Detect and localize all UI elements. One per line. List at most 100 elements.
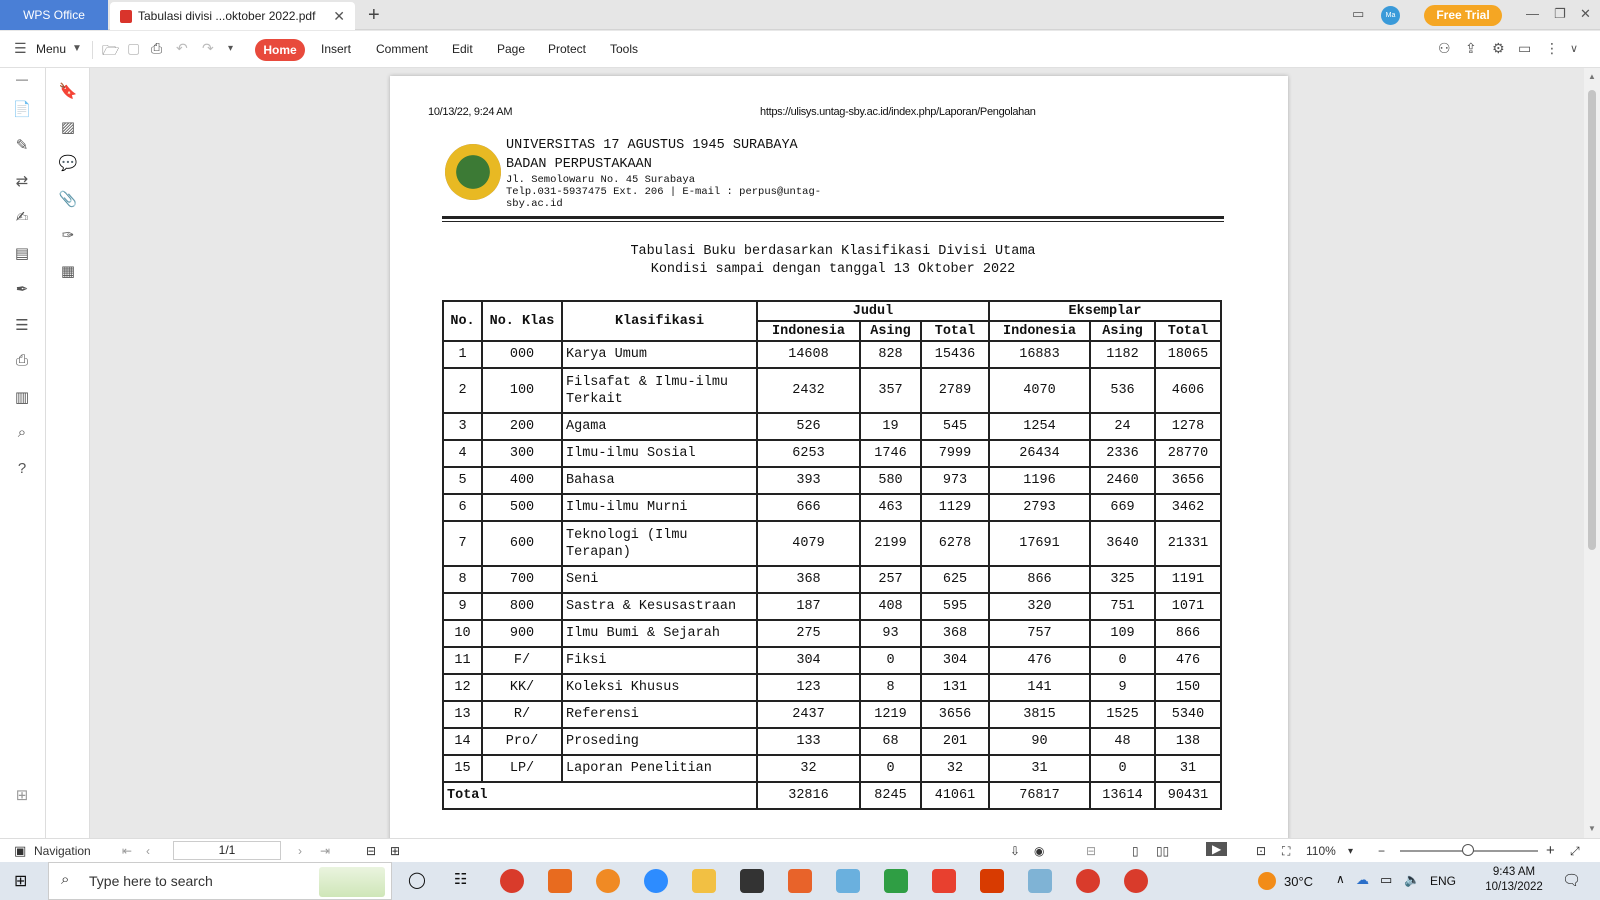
layout-icon[interactable]: ▭ xyxy=(1352,6,1364,22)
convert-icon[interactable]: ⇄ xyxy=(12,172,32,190)
pdf-to-word-icon[interactable]: 📄 xyxy=(12,100,32,118)
thumbnail-icon[interactable]: ▨ xyxy=(58,118,78,136)
back-icon[interactable]: ⊟ xyxy=(366,844,376,858)
menu-button[interactable]: Menu xyxy=(36,42,66,56)
scroll-up-icon[interactable]: ▲ xyxy=(1588,72,1596,81)
fit-width-icon[interactable]: ⊟ xyxy=(1086,844,1096,858)
windows-start-icon[interactable]: ⊞ xyxy=(14,871,27,891)
app-tab-wps-office[interactable]: WPS Office xyxy=(0,0,108,30)
open-folder-icon[interactable]: 🗁 xyxy=(102,40,119,64)
document-viewer[interactable]: 10/13/22, 9:24 AM https://ulisys.untag-s… xyxy=(90,68,1584,838)
chrome-profile-icon[interactable] xyxy=(1076,869,1100,893)
form-fields-icon[interactable]: ▦ xyxy=(58,262,78,280)
fullscreen-icon[interactable]: ⤢ xyxy=(1570,844,1580,859)
navigation-panel-icon[interactable]: ▣ xyxy=(14,843,26,859)
search-zoom-icon[interactable]: ⌕ xyxy=(12,424,32,441)
forward-icon[interactable]: ⊞ xyxy=(390,844,400,858)
tab-protect[interactable]: Protect xyxy=(548,42,586,56)
language-indicator[interactable]: ENG xyxy=(1430,874,1456,888)
notifications-icon[interactable]: 🗨 xyxy=(1562,871,1581,889)
help-icon[interactable]: ? xyxy=(12,460,32,477)
edit-pdf-icon[interactable]: ✎ xyxy=(12,136,32,154)
close-window-icon[interactable]: ✕ xyxy=(1580,6,1591,22)
zoom-slider-handle[interactable] xyxy=(1462,844,1474,856)
network-icon[interactable]: ▭ xyxy=(1380,872,1392,888)
attachment-icon[interactable]: 📎 xyxy=(58,190,78,208)
notepad-icon[interactable] xyxy=(1028,869,1052,893)
play-slideshow-icon[interactable]: ▶ xyxy=(1206,842,1228,856)
new-tab-button[interactable]: + xyxy=(368,2,380,28)
page-number-input[interactable]: 1/1 xyxy=(173,841,281,860)
volume-icon[interactable]: 🔈 xyxy=(1404,872,1420,888)
tab-page[interactable]: Page xyxy=(497,42,525,56)
annotate-icon[interactable]: ✍ xyxy=(12,208,32,226)
more-options-icon[interactable]: ⋮ xyxy=(1545,40,1559,57)
tab-home[interactable]: Home xyxy=(255,39,305,61)
first-page-icon[interactable]: ⇤ xyxy=(122,844,132,858)
print-icon[interactable]: ⎙ xyxy=(151,40,162,57)
comments-panel-icon[interactable]: 💬 xyxy=(58,154,78,172)
comment-icon[interactable]: ▭ xyxy=(1518,40,1531,57)
fit-page-icon[interactable]: ⛶ xyxy=(1282,844,1290,859)
undo-icon[interactable]: ↶ xyxy=(176,40,188,57)
signature-panel-icon[interactable]: ✑ xyxy=(58,226,78,244)
single-page-icon[interactable]: ▯ xyxy=(1132,844,1139,858)
chrome-profile-2-icon[interactable] xyxy=(1124,869,1148,893)
restore-icon[interactable]: ❐ xyxy=(1554,6,1566,22)
sign-icon[interactable]: ✒ xyxy=(12,280,32,298)
ocr-icon[interactable]: ▤ xyxy=(12,244,32,262)
grid-apps-icon[interactable]: ⊞ xyxy=(12,786,32,804)
scroll-down-icon[interactable]: ▼ xyxy=(1588,824,1596,833)
system-clock[interactable]: 9:43 AM 10/13/2022 xyxy=(1480,865,1548,895)
zoom-in-icon[interactable]: + xyxy=(1546,842,1555,859)
print-icon[interactable]: ⎙ xyxy=(12,352,32,369)
file-explorer-icon[interactable] xyxy=(692,869,716,893)
eye-protection-icon[interactable]: ◉ xyxy=(1034,844,1044,858)
chrome-icon[interactable] xyxy=(500,869,524,893)
next-page-icon[interactable]: › xyxy=(298,844,302,858)
avatar[interactable]: Ma xyxy=(1381,6,1400,25)
task-view-icon[interactable]: ◯ xyxy=(408,870,426,890)
compare-icon[interactable]: ☰ xyxy=(12,316,32,334)
zoom-dropdown-icon[interactable]: ▾ xyxy=(1348,846,1353,857)
redo-icon[interactable]: ↷ xyxy=(202,40,214,57)
close-tab-icon[interactable]: ✕ xyxy=(333,2,345,30)
green-app-icon[interactable] xyxy=(884,869,908,893)
free-trial-button[interactable]: Free Trial xyxy=(1424,5,1502,26)
export-icon[interactable]: ⇩ xyxy=(1010,844,1020,858)
ppt-icon[interactable] xyxy=(788,869,812,893)
sticky-notes-icon[interactable] xyxy=(740,869,764,893)
paint-icon[interactable] xyxy=(836,869,860,893)
minimize-icon[interactable]: — xyxy=(1526,6,1539,21)
bookmark-icon[interactable]: 🔖 xyxy=(58,82,78,100)
navigation-button[interactable]: Navigation xyxy=(34,844,91,858)
document-tab[interactable]: Tabulasi divisi ...oktober 2022.pdf ✕ xyxy=(110,2,355,30)
vertical-scrollbar[interactable]: ▲ ▼ xyxy=(1584,68,1600,838)
zoom-app-icon[interactable] xyxy=(644,869,668,893)
onedrive-icon[interactable]: ☁ xyxy=(1356,872,1369,888)
tab-comment[interactable]: Comment xyxy=(376,42,428,56)
quick-access-dropdown-icon[interactable]: ▾ xyxy=(228,43,233,54)
office-icon[interactable] xyxy=(980,869,1004,893)
previous-page-icon[interactable]: ‹ xyxy=(146,844,150,858)
scrollbar-thumb[interactable] xyxy=(1588,90,1596,550)
zoom-level[interactable]: 110% xyxy=(1306,844,1336,858)
firefox-icon[interactable] xyxy=(596,869,620,893)
weather-temperature[interactable]: 30°C xyxy=(1284,874,1313,889)
taskbar-search-box[interactable]: ⌕ Type here to search xyxy=(48,862,392,900)
widgets-icon[interactable]: ☷ xyxy=(454,870,467,888)
settings-icon[interactable]: ⚙ xyxy=(1492,40,1505,57)
two-page-icon[interactable]: ▯▯ xyxy=(1156,844,1169,858)
book-icon[interactable]: ▥ xyxy=(12,388,32,406)
wps-office-icon[interactable] xyxy=(932,869,956,893)
chevron-down-icon[interactable]: ▼ xyxy=(72,43,82,54)
last-page-icon[interactable]: ⇥ xyxy=(320,844,330,858)
tab-tools[interactable]: Tools xyxy=(610,42,638,56)
weather-sun-icon[interactable] xyxy=(1258,872,1276,890)
hamburger-menu-icon[interactable]: ☰ xyxy=(14,40,27,57)
sublime-icon[interactable] xyxy=(548,869,572,893)
tab-insert[interactable]: Insert xyxy=(321,42,351,56)
zoom-out-icon[interactable]: − xyxy=(1378,844,1385,858)
tab-edit[interactable]: Edit xyxy=(452,42,473,56)
share-user-icon[interactable]: ⚇ xyxy=(1438,40,1451,57)
